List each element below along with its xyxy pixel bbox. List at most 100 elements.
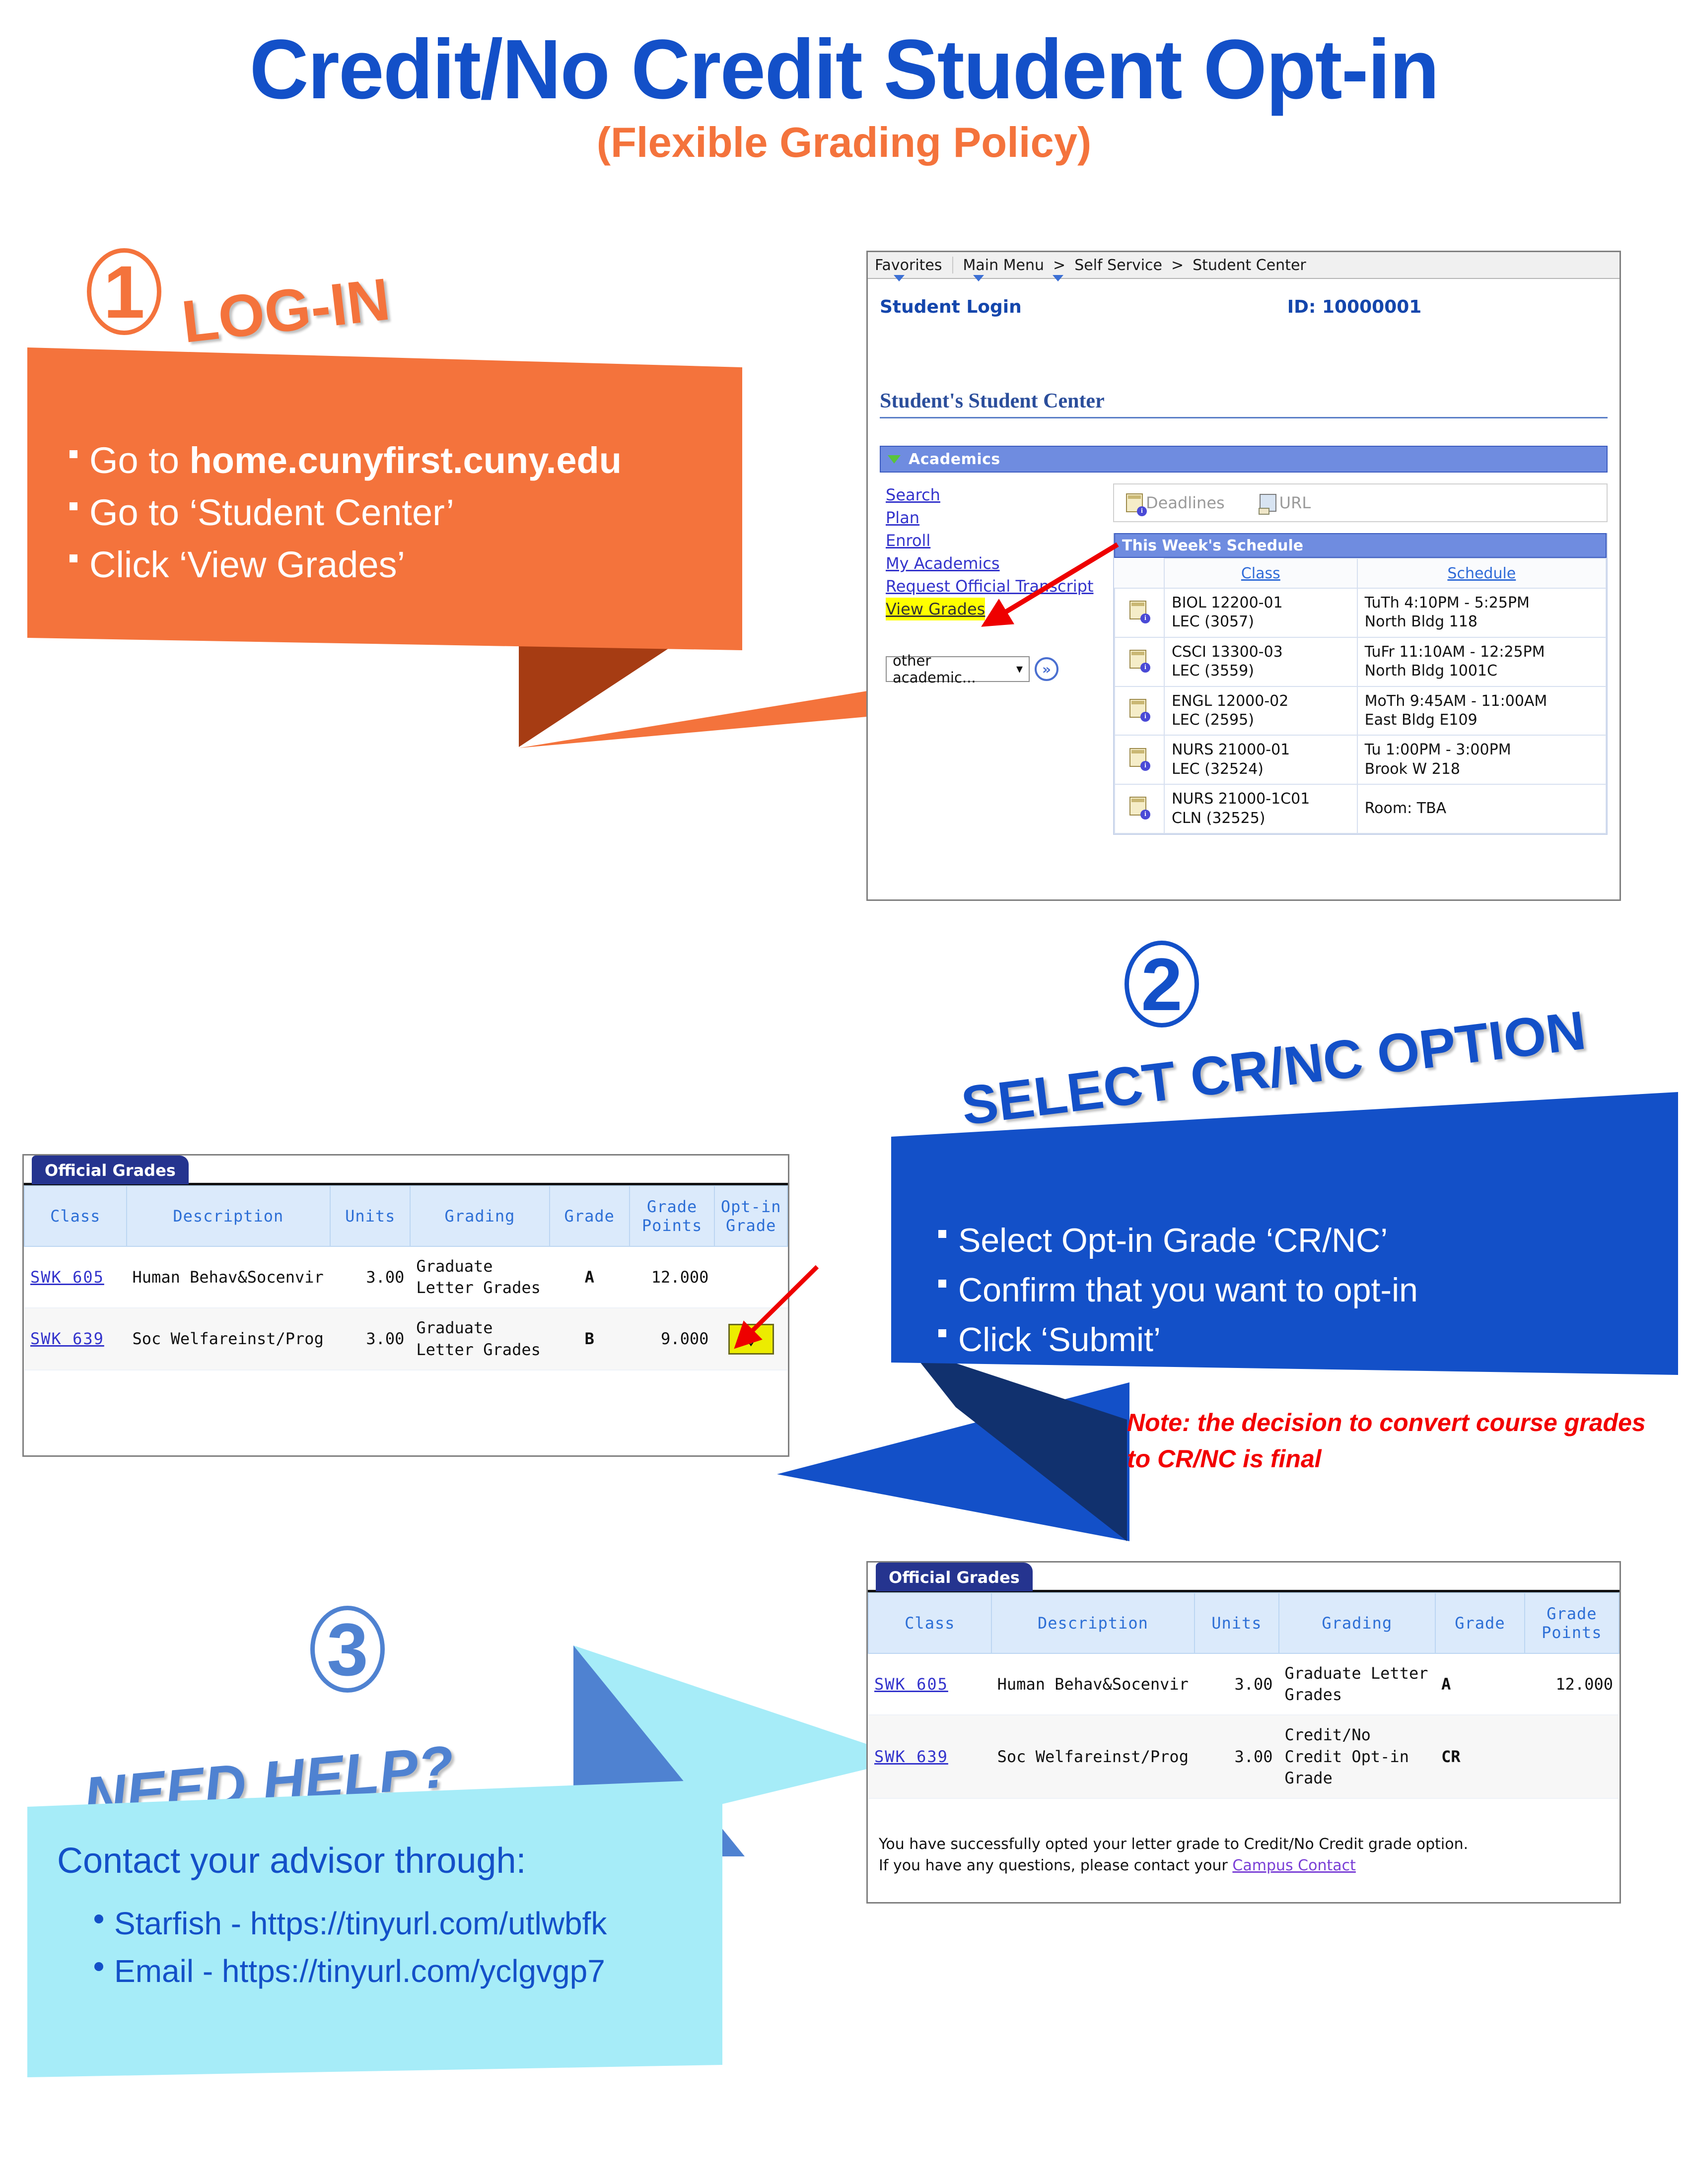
success-message-line2: If you have any questions, please contac… (879, 1857, 1356, 1875)
cell-grading: Graduate Letter Grades (1278, 1653, 1436, 1716)
chevron-down-icon (973, 275, 984, 281)
bullet-dot-icon (94, 1962, 103, 1972)
student-login-label: Student Login (880, 297, 1022, 317)
bullet-square-icon (938, 1230, 946, 1238)
breadcrumb-separator: > (1053, 256, 1066, 274)
cell-grade: A (1435, 1653, 1525, 1716)
collapse-triangle-icon[interactable] (888, 455, 901, 464)
table-row: SWK 605 Human Behav&Socenvir 3.00 Gradua… (24, 1246, 787, 1309)
cell-units: 3.00 (330, 1308, 411, 1370)
go-button[interactable]: » (1035, 657, 1058, 682)
breadcrumb-student-center[interactable]: Student Center (1193, 257, 1306, 274)
table-row: CSCI 13300-03LEC (3559) TuFr 11:10AM - 1… (1114, 636, 1607, 687)
email-link[interactable]: Email - https://tinyurl.com/yclgvgp7 (114, 1947, 605, 1995)
step-3-number: 3 (327, 1607, 368, 1691)
link-search[interactable]: Search (886, 483, 940, 506)
step-2-bullet-1: Select Opt-in Grade ‘CR/NC’ (958, 1222, 1388, 1259)
breadcrumb-self-service[interactable]: Self Service (1074, 257, 1162, 274)
row-icon-cell[interactable] (1114, 784, 1165, 834)
table-header-row: Class Description Units Grading Grade Gr… (24, 1185, 788, 1247)
col-grading: Grading (410, 1185, 550, 1247)
cell-units: 3.00 (1195, 1653, 1279, 1716)
success-message: You have successfully opted your letter … (868, 1799, 1619, 1877)
other-academic-value: other academic... (893, 652, 976, 686)
cell-description: Soc Welfareinst/Prog (991, 1715, 1195, 1799)
bullet-square-icon (70, 502, 77, 511)
row-icon-cell[interactable] (1114, 735, 1165, 785)
step-2-bullet-3: Click ‘Submit’ (958, 1320, 1161, 1359)
cell-description: Human Behav&Socenvir (126, 1246, 331, 1309)
table-row: SWK 605 Human Behav&Socenvir 3.00 Gradua… (868, 1653, 1619, 1716)
schedule-table: Class Schedule BIOL 12200-01LEC (3057) T… (1114, 558, 1607, 834)
cell-class[interactable]: SWK 605 (24, 1246, 127, 1309)
calendar-icon (1129, 797, 1150, 820)
campus-contact-link[interactable]: Campus Contact (1232, 1857, 1356, 1874)
step-1-bullet-1: Go to home.cunyfirst.cuny.edu (89, 440, 622, 481)
starfish-link[interactable]: Starfish - https://tinyurl.com/utlwbfk (114, 1900, 607, 1947)
divider (880, 417, 1608, 418)
list-item[interactable]: Email - https://tinyurl.com/yclgvgp7 (94, 1947, 722, 1995)
cell-class[interactable]: SWK 639 (24, 1308, 127, 1370)
schedule-time-3: Tu 1:00PM - 3:00PM Brook W 218 (1356, 735, 1607, 785)
divider (952, 257, 953, 273)
col-class: Class (24, 1185, 127, 1247)
link-enroll[interactable]: Enroll (886, 529, 930, 552)
bullet-square-icon (70, 450, 77, 458)
calendar-icon (1129, 748, 1150, 771)
col-grade: Grade (1435, 1592, 1525, 1654)
col-grading: Grading (1278, 1592, 1436, 1654)
bullet-square-icon (938, 1329, 946, 1337)
official-grades-tab[interactable]: Official Grades (876, 1563, 1033, 1591)
academics-section-header[interactable]: Academics (880, 446, 1608, 473)
pointer-arrow-optin (734, 1265, 819, 1349)
row-icon-cell[interactable] (1114, 636, 1165, 687)
col-grade-points: Grade Points (1524, 1592, 1620, 1654)
list-item: Go to home.cunyfirst.cuny.edu (70, 434, 742, 486)
other-academic-select[interactable]: other academic... ▾ (886, 652, 1030, 686)
page-heading: Student's Student Center (880, 390, 1105, 412)
table-row: ENGL 12000-02LEC (2595) MoTh 9:45AM - 11… (1114, 685, 1607, 736)
schedule-time-0: TuTh 4:10PM - 5:25PM North Bldg 118 (1356, 588, 1607, 638)
breadcrumb-favorites[interactable]: Favorites (875, 257, 942, 274)
calendar-icon (1129, 649, 1150, 673)
official-grades-tab[interactable]: Official Grades (32, 1156, 189, 1184)
col-units: Units (330, 1185, 411, 1247)
breadcrumb-main-menu[interactable]: Main Menu (963, 257, 1045, 274)
link-plan[interactable]: Plan (886, 506, 919, 529)
page-title-block: Credit/No Credit Student Opt-in (Flexibl… (0, 27, 1688, 164)
step-1-heading: LOG-IN (178, 266, 394, 356)
page-subtitle: (Flexible Grading Policy) (596, 119, 1092, 166)
grades-after-screenshot: Official Grades Class Description Units … (866, 1561, 1621, 1904)
cell-grade-points: 9.000 (629, 1308, 715, 1370)
url-item[interactable]: URL (1258, 493, 1311, 515)
calendar-icon (1126, 493, 1147, 516)
col-description: Description (990, 1592, 1196, 1654)
student-id: ID: 10000001 (1287, 297, 1422, 317)
list-item: Click ‘Submit’ (938, 1315, 1678, 1365)
col-class: Class (868, 1592, 992, 1654)
cell-grade: CR (1435, 1715, 1525, 1799)
schedule-col-class[interactable]: Class (1164, 558, 1358, 589)
list-item[interactable]: Starfish - https://tinyurl.com/utlwbfk (94, 1900, 722, 1947)
row-icon-cell[interactable] (1114, 685, 1165, 736)
deadlines-item[interactable]: Deadlines (1126, 493, 1225, 516)
step-2-bullet-list: Select Opt-in Grade ‘CR/NC’ Confirm that… (938, 1216, 1678, 1365)
list-item: Click ‘View Grades’ (70, 539, 742, 591)
col-grade: Grade (549, 1185, 630, 1247)
table-row: BIOL 12200-01LEC (3057) TuTh 4:10PM - 5:… (1114, 588, 1607, 638)
academics-label: Academics (909, 450, 1000, 468)
breadcrumb-separator: > (1171, 256, 1184, 274)
chevron-down-icon (1053, 275, 1063, 281)
cell-class[interactable]: SWK 639 (868, 1715, 991, 1799)
step-1-bullet-3: Click ‘View Grades’ (89, 544, 406, 586)
grades-after-table: Class Description Units Grading Grade Gr… (868, 1592, 1620, 1799)
cell-class[interactable]: SWK 605 (868, 1653, 991, 1716)
calendar-icon (1129, 601, 1150, 624)
cell-grading: Credit/No Credit Opt-in Grade (1278, 1715, 1436, 1799)
grades-before-screenshot: Official Grades Class Description Units … (22, 1154, 789, 1457)
col-units: Units (1194, 1592, 1279, 1654)
schedule-title: This Week's Schedule (1122, 537, 1304, 554)
academics-links: Search Plan Enroll My Academics Request … (880, 483, 1113, 835)
cell-description: Soc Welfareinst/Prog (126, 1308, 331, 1370)
schedule-col-schedule[interactable]: Schedule (1356, 558, 1607, 589)
